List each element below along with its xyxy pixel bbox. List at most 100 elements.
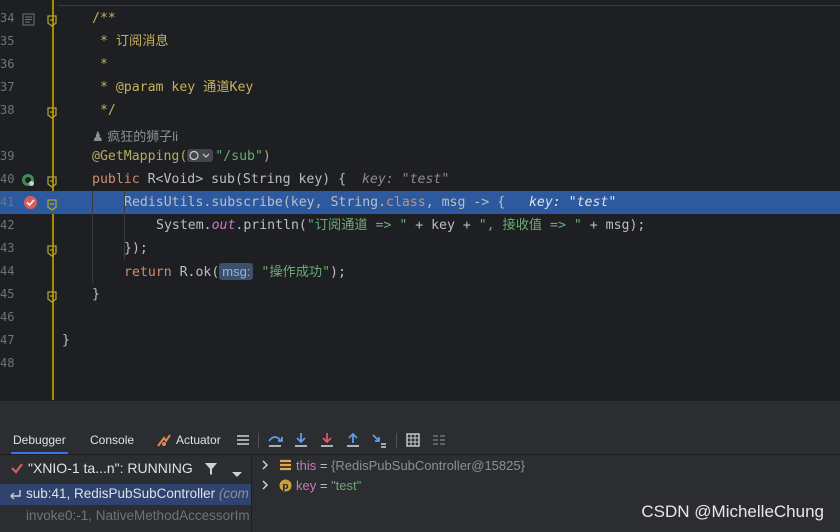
filter-icon[interactable] [204, 461, 218, 480]
frame-row[interactable]: invoke0:-1, NativeMethodAccessorIm [0, 506, 251, 527]
line-number[interactable]: 34 [0, 11, 14, 25]
toolbar-separator [396, 433, 397, 448]
code-line[interactable]: 35 * 订阅消息 [0, 30, 840, 53]
tab-actuator[interactable]: Actuator [176, 433, 221, 447]
code-line[interactable]: 37 * @param key 通道Key [0, 76, 840, 99]
panel-divider[interactable] [0, 400, 840, 426]
code-token: */ [92, 103, 116, 118]
breakpoint-icon[interactable] [23, 195, 37, 209]
variable-row-this[interactable]: this = {RedisPubSubController@15825} [253, 456, 840, 476]
line-number[interactable]: 46 [0, 310, 14, 324]
check-icon [10, 460, 24, 479]
line-number[interactable]: 38 [0, 103, 14, 117]
frame-row-selected[interactable]: sub:41, RedisPubSubController (com [0, 484, 251, 505]
code-token: } [92, 287, 100, 302]
code-token: System. [156, 218, 212, 233]
code-token: R.ok( [179, 265, 220, 280]
code-text[interactable]: }); [124, 240, 148, 257]
chevron-right-icon[interactable] [261, 459, 269, 474]
toolbar-separator [258, 433, 259, 448]
code-line-current[interactable]: 41 RedisUtils.subscribe(key, String.class… [0, 191, 840, 214]
code-token: "订阅通道 => " [306, 218, 408, 233]
line-number[interactable]: 44 [0, 264, 14, 278]
chevron-down-icon[interactable] [231, 464, 243, 483]
tab-console[interactable]: Console [90, 433, 134, 447]
code-text[interactable]: } [92, 286, 100, 303]
code-token: subscribe [211, 195, 283, 210]
step-out-icon[interactable] [345, 432, 361, 448]
code-text[interactable]: public R<Void> sub(String key) { key: "t… [92, 171, 449, 188]
fold-marker-icon[interactable] [47, 104, 57, 119]
code-author-inlay[interactable]: ♟ 疯狂的狮子li [92, 126, 178, 145]
thread-selector[interactable]: "XNIO-1 ta...n": RUNNING [0, 455, 251, 483]
fold-marker-icon[interactable] [47, 288, 57, 303]
trace-stream-icon[interactable] [431, 432, 447, 448]
code-text[interactable]: System.out.println("订阅通道 => " + key + ",… [156, 217, 645, 234]
line-number[interactable]: 45 [0, 287, 14, 301]
code-token: return [124, 265, 180, 280]
line-number[interactable]: 37 [0, 80, 14, 94]
code-line[interactable]: 46 [0, 306, 840, 329]
indent-guide [124, 191, 125, 260]
line-number[interactable]: 43 [0, 241, 14, 255]
user-icon: ♟ [92, 129, 104, 144]
fold-marker-icon[interactable] [47, 242, 57, 257]
code-text[interactable]: return R.ok(msg: "操作成功"); [124, 263, 346, 281]
code-line[interactable]: 38 */ [0, 99, 840, 122]
code-line[interactable]: 47} [0, 329, 840, 352]
run-to-cursor-icon[interactable] [371, 432, 387, 448]
code-line[interactable]: 48 [0, 352, 840, 375]
doc-render-icon[interactable] [22, 11, 35, 30]
line-number[interactable]: 40 [0, 172, 14, 186]
line-number[interactable]: 41 [0, 195, 14, 209]
layout-menu-icon[interactable] [235, 432, 251, 448]
code-line[interactable]: 43}); [0, 237, 840, 260]
code-text[interactable]: */ [92, 102, 116, 119]
frame-text: invoke0:-1, NativeMethodAccessorIm [26, 508, 250, 523]
line-number[interactable]: 47 [0, 333, 14, 347]
code-token: + msg); [581, 218, 646, 233]
code-line[interactable]: 40 public R<Void> sub(String key) { key: … [0, 168, 840, 191]
variable-row-key[interactable]: p key = "test" [253, 476, 840, 496]
code-text[interactable]: * 订阅消息 [92, 33, 169, 50]
line-number[interactable]: 39 [0, 149, 14, 163]
line-number[interactable]: 36 [0, 57, 14, 71]
fold-marker-icon[interactable] [47, 196, 57, 211]
code-text[interactable]: @GetMapping("/sub") [92, 148, 271, 167]
code-text[interactable]: * [92, 56, 108, 73]
code-text[interactable]: * @param key 通道Key [92, 79, 253, 96]
code-token: "操作成功" [261, 265, 331, 280]
code-token: * 订阅消息 [92, 34, 169, 49]
debug-toolbar: Debugger Console Actuator [0, 426, 840, 455]
endpoint-link-icon[interactable] [187, 149, 214, 167]
step-over-icon[interactable] [267, 432, 283, 448]
force-step-into-icon[interactable] [319, 432, 335, 448]
fold-marker-icon[interactable] [47, 12, 57, 27]
code-token: .println( [235, 218, 307, 233]
line-number[interactable]: 48 [0, 356, 14, 370]
variable-text: key = "test" [296, 478, 362, 493]
code-editor[interactable]: 34/** 35 * 订阅消息 36 * 37 * @param key 通道Key 3… [0, 0, 840, 400]
code-line[interactable]: 36 * [0, 53, 840, 76]
code-line[interactable]: 44 return R.ok(msg: "操作成功"); [0, 260, 840, 283]
code-line[interactable]: 34 /** [0, 7, 840, 30]
watermark: CSDN @MichelleChung [641, 502, 824, 521]
code-line[interactable]: 45} [0, 283, 840, 306]
frame-text: sub:41, RedisPubSubController (com [26, 486, 249, 501]
evaluate-expression-icon[interactable] [405, 432, 421, 448]
code-text[interactable]: RedisUtils.subscribe(key, String.class, … [124, 194, 616, 211]
code-line[interactable]: 42 System.out.println("订阅通道 => " + key + … [0, 214, 840, 237]
web-endpoint-icon[interactable] [21, 172, 35, 186]
line-number[interactable]: 42 [0, 218, 14, 232]
code-line[interactable]: 39 @GetMapping("/sub") [0, 145, 840, 168]
chevron-right-icon[interactable] [261, 479, 269, 494]
step-into-icon[interactable] [293, 432, 309, 448]
code-token: out [211, 218, 236, 233]
code-text[interactable]: /** [92, 10, 116, 27]
param-hint-pill: msg: [219, 263, 254, 280]
inline-value-hint: key: "test" [505, 195, 617, 210]
tab-debugger[interactable]: Debugger [11, 433, 68, 454]
line-number[interactable]: 35 [0, 34, 14, 48]
code-text[interactable]: } [62, 332, 70, 349]
fold-marker-icon[interactable] [47, 173, 57, 188]
